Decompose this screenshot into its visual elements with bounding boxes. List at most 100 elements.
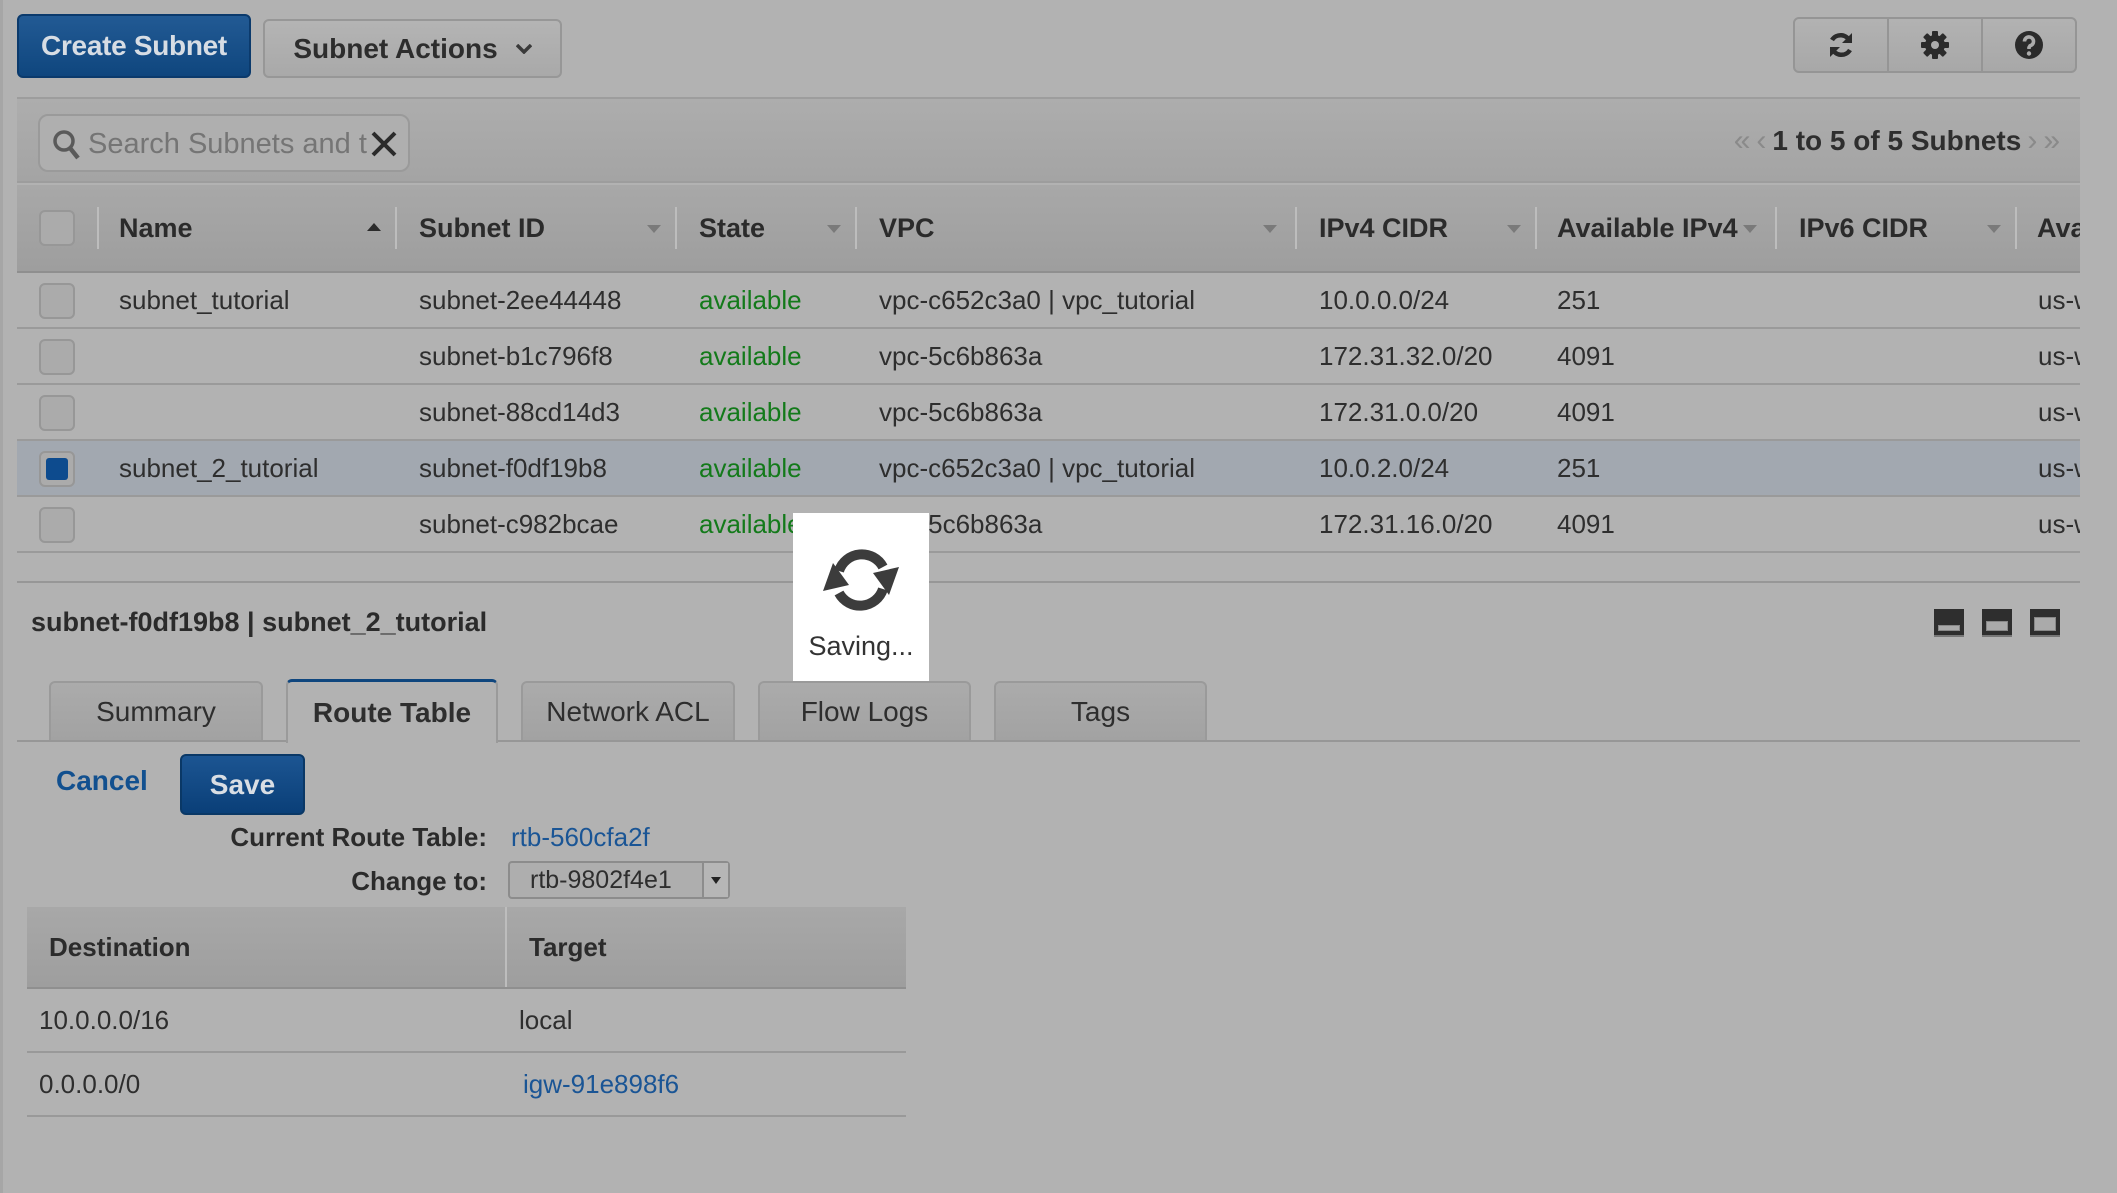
column-header-available-ipv4[interactable]: Available IPv4 Addresses	[1557, 207, 1741, 249]
cell-name	[119, 385, 399, 439]
help-button[interactable]	[1983, 19, 2075, 71]
settings-button[interactable]	[1889, 19, 1983, 71]
search-input[interactable]	[88, 124, 368, 164]
row-checkbox[interactable]	[39, 283, 75, 319]
tab-route-table[interactable]: Route Table	[286, 679, 498, 743]
row-checkbox[interactable]	[39, 507, 75, 543]
pagination: « ‹ 1 to 5 of 5 Subnets › »	[1734, 121, 2060, 161]
panel-divider[interactable]	[17, 581, 2080, 583]
save-button[interactable]: Save	[180, 754, 305, 815]
column-menu-icon[interactable]	[1507, 225, 1521, 233]
cell-name: subnet_2_tutorial	[119, 452, 319, 483]
cell-target-link[interactable]: igw-91e898f6	[523, 1053, 679, 1115]
cell-subnet-id: subnet-2ee44448	[419, 284, 622, 315]
column-separator[interactable]	[675, 207, 677, 249]
row-checkbox[interactable]	[39, 339, 75, 375]
create-subnet-button[interactable]: Create Subnet	[17, 14, 251, 78]
cell-availability-zone: us-west-2	[2038, 452, 2080, 483]
spinner-refresh-icon	[823, 549, 899, 611]
cell-availability-zone: us-west-2	[2038, 284, 2080, 315]
column-header-ipv6-cidr[interactable]: IPv6 CIDR	[1799, 207, 1979, 249]
row-checkbox[interactable]	[39, 395, 75, 431]
cell-vpc: vpc-c652c3a0 | vpc_tutorial	[879, 452, 1196, 483]
column-header-vpc[interactable]: VPC	[879, 207, 1279, 249]
cell-vpc: vpc-5c6b863a	[879, 340, 1043, 371]
tab-network-acl[interactable]: Network ACL	[521, 681, 735, 741]
column-header-ipv4-cidr[interactable]: IPv4 CIDR	[1319, 207, 1499, 249]
prev-page-button[interactable]: ‹	[1756, 124, 1766, 158]
column-separator[interactable]	[2015, 207, 2017, 249]
tab-summary[interactable]: Summary	[49, 681, 263, 741]
clear-search-icon[interactable]	[370, 130, 398, 158]
table-row[interactable]: subnet_tutorial subnet-2ee44448 availabl…	[17, 273, 2080, 329]
column-separator[interactable]	[1295, 207, 1297, 249]
column-separator[interactable]	[1535, 207, 1537, 249]
route-table-select[interactable]: rtb-9802f4e1	[508, 861, 730, 899]
sort-ascending-icon[interactable]	[367, 223, 381, 231]
help-icon	[2015, 31, 2043, 59]
route-row: 10.0.0.0/16 local	[27, 989, 906, 1053]
cell-availability-zone: us-west-2	[2038, 340, 2080, 371]
table-row[interactable]: subnet-b1c796f8 available vpc-5c6b863a 1…	[17, 329, 2080, 385]
column-menu-icon[interactable]	[1263, 225, 1277, 233]
saving-text: Saving...	[808, 631, 914, 661]
search-icon	[53, 130, 80, 160]
last-page-button[interactable]: »	[2043, 124, 2060, 158]
saving-overlay: Saving...	[793, 513, 929, 681]
refresh-button[interactable]	[1795, 19, 1889, 71]
column-menu-icon[interactable]	[647, 225, 661, 233]
column-header-name[interactable]: Name	[119, 207, 319, 249]
tab-tags[interactable]: Tags	[994, 681, 1207, 741]
cell-available-ipv4: 251	[1557, 284, 1601, 315]
table-row[interactable]: subnet-c982bcae available vpc-5c6b863a 1…	[17, 497, 2080, 553]
cell-subnet-id: subnet-f0df19b8	[419, 452, 607, 483]
panel-large-icon[interactable]	[2030, 609, 2060, 637]
column-header-availability-zone[interactable]: Availability Zone	[2037, 207, 2080, 249]
cell-availability-zone: us-west-2	[2038, 396, 2080, 427]
cell-available-ipv4: 4091	[1557, 508, 1615, 539]
cell-available-ipv4: 251	[1557, 452, 1601, 483]
panel-small-icon[interactable]	[1934, 609, 1964, 637]
column-header-subnet-id[interactable]: Subnet ID	[419, 207, 639, 249]
row-checkbox-checked[interactable]	[39, 451, 75, 487]
column-menu-icon[interactable]	[1987, 225, 2001, 233]
cell-ipv6-cidr	[1799, 497, 1999, 551]
select-all-checkbox[interactable]	[39, 210, 75, 246]
column-header-state[interactable]: State	[699, 207, 819, 249]
column-menu-icon[interactable]	[1743, 225, 1757, 233]
cell-state: available	[699, 452, 802, 483]
current-route-table-link[interactable]: rtb-560cfa2f	[511, 822, 650, 853]
toolbar-icon-group	[1793, 17, 2077, 73]
cell-state: available	[699, 340, 802, 371]
table-row-selected[interactable]: subnet_2_tutorial subnet-f0df19b8 availa…	[17, 441, 2080, 497]
column-menu-icon[interactable]	[827, 225, 841, 233]
cell-destination: 0.0.0.0/0	[39, 1068, 141, 1099]
cell-subnet-id: subnet-c982bcae	[419, 508, 619, 539]
subnet-actions-label: Subnet Actions	[293, 32, 498, 64]
cell-ipv6-cidr	[1799, 329, 1999, 383]
cell-ipv4-cidr: 10.0.0.0/24	[1319, 284, 1450, 315]
column-separator[interactable]	[395, 207, 397, 249]
next-page-button[interactable]: ›	[2027, 124, 2037, 158]
cell-name: subnet_tutorial	[119, 284, 290, 315]
first-page-button[interactable]: «	[1734, 124, 1751, 158]
column-separator[interactable]	[855, 207, 857, 249]
cell-ipv4-cidr: 172.31.0.0/20	[1319, 396, 1479, 427]
cell-state: available	[699, 284, 802, 315]
column-separator[interactable]	[1775, 207, 1777, 249]
column-separator	[97, 207, 99, 249]
cell-ipv4-cidr: 172.31.32.0/20	[1319, 340, 1493, 371]
pagination-text: 1 to 5 of 5 Subnets	[1772, 125, 2022, 156]
column-header-destination: Destination	[49, 931, 191, 962]
panel-medium-icon[interactable]	[1982, 609, 2012, 637]
table-row[interactable]: subnet-88cd14d3 available vpc-5c6b863a 1…	[17, 385, 2080, 441]
filter-bar: « ‹ 1 to 5 of 5 Subnets › »	[17, 97, 2080, 183]
routes-table-header: Destination Target	[27, 907, 906, 989]
cell-ipv4-cidr: 172.31.16.0/20	[1319, 508, 1493, 539]
tab-flow-logs[interactable]: Flow Logs	[758, 681, 971, 741]
cell-destination: 10.0.0.0/16	[39, 1004, 170, 1035]
cancel-link[interactable]: Cancel	[56, 765, 148, 797]
subnet-actions-dropdown[interactable]: Subnet Actions	[263, 19, 562, 78]
detail-title: subnet-f0df19b8 | subnet_2_tutorial	[31, 607, 488, 637]
cell-ipv6-cidr	[1799, 441, 1999, 495]
